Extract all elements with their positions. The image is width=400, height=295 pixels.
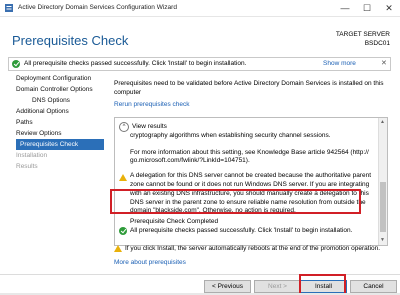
banner-close-icon[interactable]: ✕ bbox=[381, 59, 387, 67]
reboot-note: If you click Install, the server automat… bbox=[125, 245, 381, 252]
warning-icon bbox=[114, 245, 122, 252]
sidebar-item-domain-controller-options[interactable]: Domain Controller Options bbox=[16, 84, 104, 95]
page-title: Prerequisites Check bbox=[12, 33, 129, 48]
view-results-label[interactable]: View results bbox=[132, 123, 167, 130]
status-banner: All prerequisite checks passed successfu… bbox=[8, 57, 391, 71]
results-scrollbar[interactable]: ▲ ▼ bbox=[378, 118, 387, 245]
scroll-thumb[interactable] bbox=[380, 182, 386, 232]
target-server-name: BSDC01 bbox=[364, 40, 390, 47]
server-manager-icon bbox=[5, 4, 13, 12]
title-bar: Active Directory Domain Services Configu… bbox=[0, 0, 400, 17]
sidebar-item-dns-options[interactable]: DNS Options bbox=[16, 95, 104, 106]
next-button: Next > bbox=[254, 280, 301, 293]
banner-message: All prerequisite checks passed successfu… bbox=[24, 60, 247, 67]
passed-highlight-box bbox=[110, 189, 361, 214]
sidebar-item-review-options[interactable]: Review Options bbox=[16, 128, 104, 139]
sidebar-item-prerequisites-check[interactable]: Prerequisites Check bbox=[16, 139, 104, 150]
rerun-prerequisites-link[interactable]: Rerun prerequisites check bbox=[114, 101, 190, 108]
results-panel[interactable]: ^ View results cryptography algorithms w… bbox=[114, 117, 388, 246]
show-more-link[interactable]: Show more bbox=[323, 60, 356, 67]
scroll-up-icon[interactable]: ▲ bbox=[380, 119, 385, 125]
warning-icon bbox=[119, 174, 127, 181]
sidebar-item-paths[interactable]: Paths bbox=[16, 117, 104, 128]
collapse-toggle-icon[interactable]: ^ bbox=[119, 122, 129, 132]
sidebar-item-additional-options[interactable]: Additional Options bbox=[16, 106, 104, 117]
sidebar-item-results: Results bbox=[16, 163, 38, 170]
result-line: go.microsoft.com/fwlink/?LinkId=104751). bbox=[130, 157, 250, 164]
install-highlight-box bbox=[299, 274, 346, 295]
sidebar-item-installation: Installation bbox=[16, 152, 48, 159]
target-server-label: TARGET SERVER bbox=[335, 31, 390, 38]
close-button[interactable]: ✕ bbox=[378, 0, 400, 16]
previous-button[interactable]: < Previous bbox=[204, 280, 251, 293]
scroll-down-icon[interactable]: ▼ bbox=[380, 237, 385, 243]
more-about-prerequisites-link[interactable]: More about prerequisites bbox=[114, 259, 186, 266]
intro-text: Prerequisites need to be validated befor… bbox=[114, 80, 384, 96]
cancel-button[interactable]: Cancel bbox=[350, 280, 397, 293]
maximize-button[interactable]: ☐ bbox=[356, 0, 378, 16]
result-line: A delegation for this DNS server cannot … bbox=[130, 172, 372, 179]
minimize-button[interactable]: — bbox=[334, 0, 356, 16]
check-circle-icon bbox=[119, 227, 127, 235]
passed-message: All prerequisite checks passed successfu… bbox=[130, 227, 353, 234]
check-circle-icon bbox=[12, 60, 20, 68]
sidebar-item-deployment-configuration[interactable]: Deployment Configuration bbox=[16, 73, 104, 84]
window-title: Active Directory Domain Services Configu… bbox=[18, 4, 177, 11]
result-line: cryptography algorithms when establishin… bbox=[130, 132, 331, 139]
check-completed-line: Prerequisite Check Completed bbox=[130, 218, 219, 225]
